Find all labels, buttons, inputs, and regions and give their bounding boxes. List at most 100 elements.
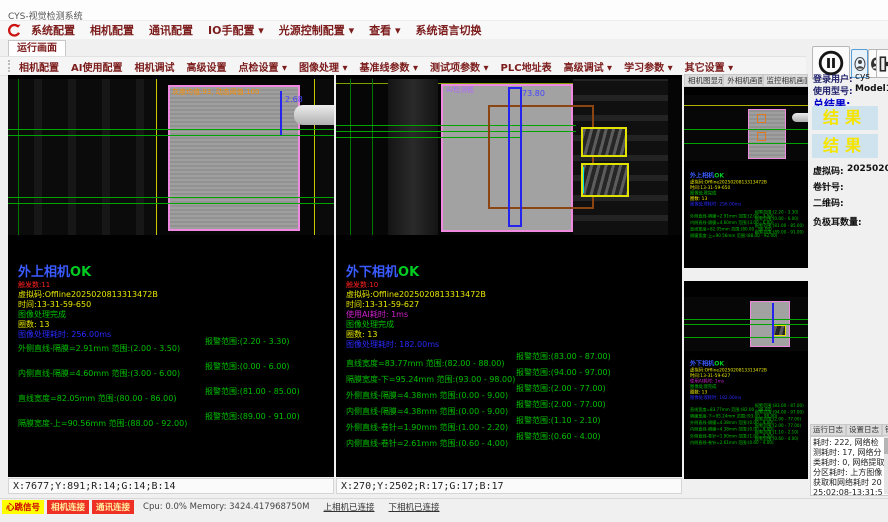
log-output[interactable]: 耗时: 222, 网络检测耗时: 17, 网络分类耗时: 0, 网络提取分区耗时…	[810, 436, 888, 496]
measurement-list-upper: 外侧直线-隔膜=2.91mm 范围:(2.00 - 3.50) 报警范围:(2.…	[18, 336, 334, 436]
menu-item[interactable]: 相机配置	[90, 22, 134, 38]
menu-item[interactable]: 光源控制配置 ▾	[279, 22, 354, 38]
mini-view-upper[interactable]: 外上相机OK 虚拟码:Offline2025020813313472B 时间:1…	[684, 87, 808, 268]
toolbar-button[interactable]: 高级设置	[186, 59, 226, 74]
yellow-guide-line	[314, 79, 315, 235]
log-scrollbar-thumb[interactable]	[884, 438, 888, 454]
virtual-code: 虚拟码:Offline2025020813313472B	[346, 290, 486, 300]
log-tab[interactable]: 运行日志	[810, 424, 846, 436]
virtual-code-value: 20250208	[847, 164, 888, 174]
menu-item[interactable]: 系统配置	[31, 22, 75, 38]
measurement-row: 隔膜宽度-上=90.56mm 范围:(88.00 - 92.00) 报警范围:(…	[18, 411, 334, 436]
alarm-range-text: 报警范围:(94.00 - 97.00)	[516, 367, 611, 378]
alarm-range-text: 报警范围:(0.60 - 4.00)	[516, 431, 601, 442]
side-view-column: 相机图显示外相机画面监控相机画面 外上相机OK 虚拟码:Offline20250…	[684, 74, 808, 494]
camera-image-upper: 2.68 灰度均值:93, 动态阈值:100	[8, 79, 334, 235]
log-scrollbar[interactable]	[884, 436, 888, 494]
measurement-row: 直线宽度=82.05mm 范围:(80.00 - 86.00) 报警范围:(81…	[18, 386, 334, 411]
qr-code-label: 二维码:	[813, 196, 844, 209]
blue-measure-value: 2.68	[285, 95, 303, 104]
mini-overlay-lower: 外下相机OK 虚拟码:Offline2025020813313472B 时间:1…	[690, 357, 800, 442]
side-view-tab[interactable]: 外相机画面	[723, 74, 762, 87]
measurement-row: 外侧直线-卷针=1.90mm 范围:(1.00 - 2.20) 报警范围:(1.…	[346, 415, 682, 431]
alarm-range-text: 报警范围:(0.00 - 6.00)	[755, 216, 799, 222]
measurement-text: 直线宽度=82.05mm 范围:(80.00 - 86.00)	[18, 394, 176, 403]
heartbeat-badge: 心跳信号	[2, 500, 44, 514]
measure-line	[684, 129, 808, 130]
mini-image-upper	[684, 95, 808, 161]
measurement-row: 直线宽度=83.77mm 范围:(82.00 - 88.00) 报警范围:(83…	[690, 403, 800, 410]
measure-line	[684, 337, 808, 338]
measurement-row: 内侧直线-隔膜=4.38mm 范围:(0.00 - 9.00) 报警范围:(2.…	[690, 422, 800, 429]
toolbar-button[interactable]: 高级调试 ▾	[564, 59, 613, 74]
menu-item[interactable]: 通讯配置	[149, 22, 193, 38]
alarm-range-text: 报警范围:(2.00 - 77.00)	[755, 422, 801, 428]
roi-mini-box	[757, 132, 766, 141]
toolbar-button[interactable]: 相机调试	[134, 59, 174, 74]
alarm-range-text: 报警范围:(81.00 - 85.00)	[205, 386, 300, 397]
log-tab[interactable]: 错误日志	[882, 424, 888, 436]
control-panel: 登录用户: cys 使用型号: Model1 总结果: 结果 结果 虚拟码: 2…	[809, 40, 888, 495]
toolbar-button[interactable]: PLC地址表	[501, 59, 552, 74]
machine-edge	[316, 79, 334, 235]
ai-box-label: AI检测框	[446, 85, 474, 95]
toolbar-button[interactable]: 学习参数 ▾	[624, 59, 673, 74]
capture-time: 时间:13-31-59-650	[18, 300, 158, 310]
cyan-edge-line	[583, 167, 584, 193]
virtual-code-label: 虚拟码:	[813, 164, 844, 177]
alarm-range-text: 报警范围:(0.00 - 6.00)	[205, 361, 290, 372]
camera-name: 外下相机	[690, 360, 714, 367]
ai-elapsed: 使用AI耗时: 1ms	[346, 310, 486, 320]
alarm-range-text: 报警范围:(89.00 - 91.00)	[755, 229, 804, 235]
pixel-readout-lower: X:270;Y:2502;R:17;G:17;B:17	[336, 478, 682, 494]
user-icon	[854, 55, 866, 73]
cpu-memory-readout: Cpu: 0.0% Memory: 3424.417968750M	[143, 502, 309, 512]
toolbar-button[interactable]: 相机配置	[19, 59, 59, 74]
blue-measure-line	[280, 91, 282, 135]
camera-view-lower[interactable]: 73.80 AI检测框 外下相机OK 触发数:10 虚拟码:Offline202…	[336, 75, 682, 477]
toolbar-button[interactable]: 其它设置 ▾	[685, 59, 734, 74]
app-logo-icon	[6, 23, 23, 38]
alarm-range-text: 报警范围:(1.10 - 2.10)	[755, 429, 799, 435]
mini-view-lower[interactable]: 外下相机OK 虚拟码:Offline2025020813313472B 时间:1…	[684, 281, 808, 479]
measurement-text: 内侧直线-卷针=2.61mm 范围:(0.60 - 4.00)	[346, 439, 508, 448]
turn-count: 圈数: 13	[18, 320, 158, 330]
yellow-guide-line	[156, 79, 157, 235]
log-tab[interactable]: 设置日志	[846, 424, 882, 436]
alarm-range-text: 报警范围:(2.20 - 3.30)	[755, 209, 799, 215]
side-view-tab[interactable]: 监控相机画面	[763, 74, 809, 87]
measurement-text: 内侧直线-隔膜=4.60mm 范围:(3.00 - 6.00)	[18, 369, 180, 378]
measurement-row: 内侧直线-隔膜=4.60mm 范围:(3.00 - 6.00) 报警范围:(0.…	[18, 361, 334, 386]
alarm-range-text: 报警范围:(83.00 - 87.00)	[516, 351, 611, 362]
toolbar-button[interactable]: AI使用配置	[71, 59, 122, 74]
side-view-tab[interactable]: 相机图显示	[684, 74, 723, 87]
alarm-range-text: 报警范围:(2.20 - 3.30)	[205, 336, 290, 347]
camera-name: 外上相机	[18, 265, 70, 280]
menu-item[interactable]: 系统语言切换	[416, 22, 482, 38]
upper-camera-state[interactable]: 上相机已连接	[323, 501, 374, 513]
camera-name: 外上相机	[690, 172, 714, 179]
exit-button[interactable]	[876, 49, 888, 78]
tab-run-screen[interactable]: 运行画面	[8, 40, 66, 56]
menu-item[interactable]: 查看 ▾	[369, 22, 400, 38]
camera-name: 外下相机	[346, 265, 398, 280]
tab-strip: 运行画面	[0, 39, 888, 56]
measure-line	[8, 197, 334, 198]
exit-door-icon	[878, 55, 888, 73]
toolbar-button[interactable]: 图像处理 ▾	[299, 59, 348, 74]
lower-camera-state[interactable]: 下相机已连接	[389, 501, 440, 513]
result-ok: OK	[714, 172, 724, 179]
tab-detect-box	[581, 127, 627, 157]
process-done: 图像处理完成	[18, 310, 158, 320]
toolbar-button[interactable]: 点检设置 ▾	[238, 59, 287, 74]
toolbar-button[interactable]: 测试项参数 ▾	[430, 59, 489, 74]
toolbar-button[interactable]: 基准线参数 ▾	[360, 59, 419, 74]
camera-view-upper[interactable]: 2.68 灰度均值:93, 动态阈值:100 外上相机OK 触发数:11 虚拟码…	[8, 75, 334, 477]
process-elapsed: 图像处理耗时: 182.00ms	[346, 340, 486, 350]
trigger-count: 触发数:11	[18, 280, 158, 290]
alarm-range-text: 报警范围:(94.00 - 97.00)	[755, 409, 804, 415]
alarm-range-text: 报警范围:(2.00 - 77.00)	[516, 383, 606, 394]
menu-bar: 系统配置相机配置通讯配置 IO手配置 ▾ 光源控制配置 ▾ 查看 ▾ 系统语言切换	[0, 21, 888, 39]
menu-item[interactable]: IO手配置 ▾	[208, 22, 264, 38]
machine-edge	[668, 79, 682, 235]
